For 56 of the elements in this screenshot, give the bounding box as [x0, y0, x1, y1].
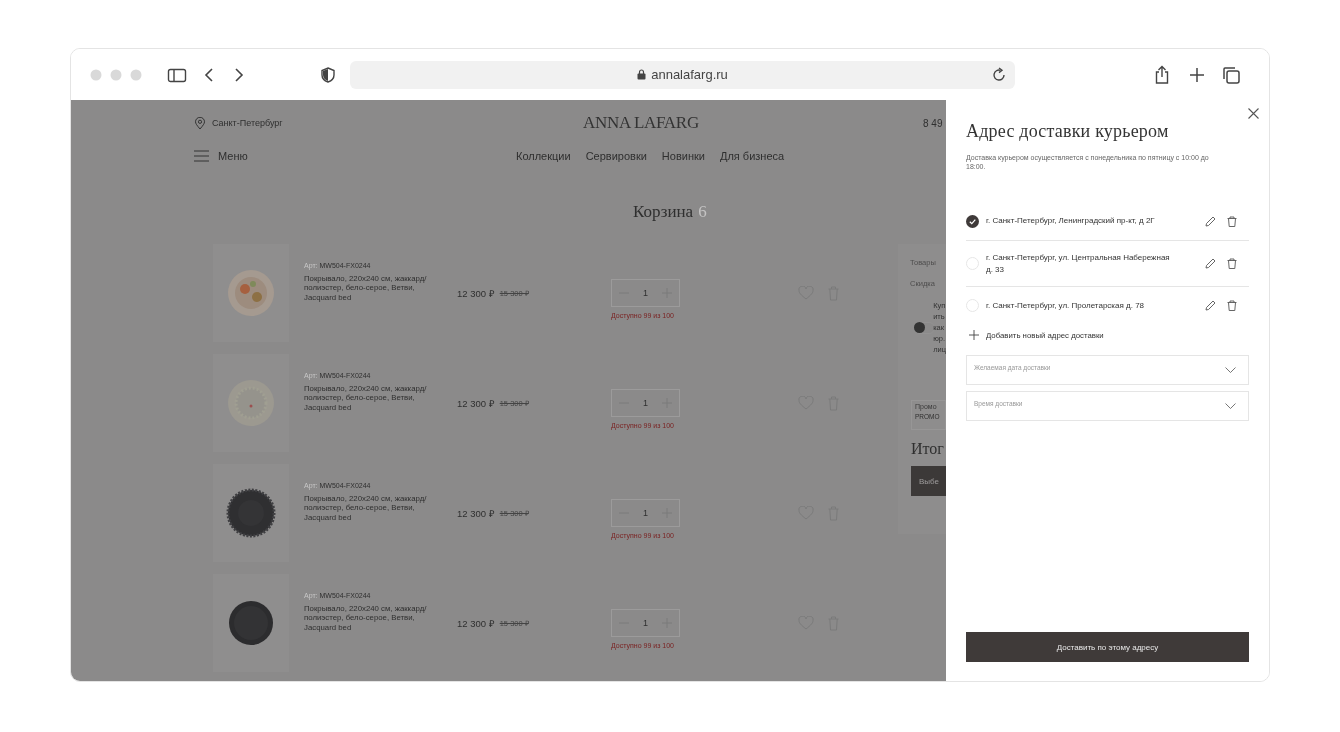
nav-link[interactable]: Для бизнеса — [719, 150, 785, 162]
menu-button[interactable]: Меню — [194, 150, 516, 162]
quantity-value: 1 — [643, 288, 648, 298]
plus-icon — [969, 330, 979, 340]
chevron-down-icon — [1225, 402, 1236, 410]
cart-title: Корзина — [633, 202, 694, 222]
menu-icon — [194, 150, 209, 162]
radio-button[interactable] — [966, 299, 979, 312]
address-bar[interactable]: annalafarg.ru — [350, 60, 1015, 89]
lock-icon — [637, 69, 647, 80]
share-icon[interactable] — [1154, 64, 1170, 85]
forward-icon[interactable] — [233, 66, 245, 83]
nav-link[interactable]: Новинки — [661, 150, 705, 162]
window-controls-icon[interactable] — [90, 68, 142, 81]
nav-link[interactable]: Коллекции — [516, 150, 571, 162]
sidebar-icon[interactable] — [167, 66, 187, 83]
quantity-stepper[interactable]: 1 — [611, 279, 680, 307]
total-label: Итог — [911, 440, 945, 458]
url-text: annalafarg.ru — [637, 67, 728, 82]
shield-icon[interactable] — [321, 66, 335, 83]
close-icon[interactable] — [1248, 108, 1259, 119]
quantity-stepper[interactable]: 1 — [611, 609, 680, 637]
quantity-value: 1 — [643, 508, 648, 518]
quantity-value: 1 — [643, 618, 648, 628]
pencil-icon[interactable] — [1205, 300, 1216, 311]
trash-icon[interactable] — [1227, 215, 1237, 227]
quantity-stepper[interactable]: 1 — [611, 499, 680, 527]
chevron-down-icon — [1225, 366, 1236, 374]
back-icon[interactable] — [203, 66, 215, 83]
checkout-button[interactable]: Выбе — [911, 466, 946, 496]
new-tab-icon[interactable] — [1189, 66, 1205, 83]
price: 12 300 ₽ — [457, 506, 495, 520]
quantity-stepper[interactable]: 1 — [611, 389, 680, 417]
address-text[interactable]: г. Санкт-Петербург, ул. Центральная Набережная д. 33 — [986, 251, 1174, 276]
cart-count: 6 — [698, 202, 707, 222]
tabs-icon[interactable] — [1222, 65, 1240, 84]
quantity-value: 1 — [643, 398, 648, 408]
location-pin-icon — [194, 116, 206, 130]
nav-link[interactable]: Сервировки — [585, 150, 647, 162]
price: 12 300 ₽ — [457, 396, 495, 410]
reload-icon[interactable] — [991, 66, 1007, 83]
drawer-title: Адрес доставки курьером — [966, 121, 1170, 142]
price: 12 300 ₽ — [457, 286, 495, 300]
deliver-button[interactable]: Доставить по этому адресу — [966, 632, 1249, 662]
trash-icon[interactable] — [1227, 300, 1237, 311]
address-text[interactable]: г. Санкт-Петербург, ул. Пролетарская д. 78 — [986, 299, 1174, 312]
trash-icon[interactable] — [1227, 258, 1237, 269]
pencil-icon[interactable] — [1205, 215, 1216, 227]
pencil-icon[interactable] — [1205, 258, 1216, 269]
radio-button[interactable] — [966, 214, 979, 228]
city-selector[interactable]: Санкт-Петербург — [194, 116, 583, 130]
radio-button[interactable] — [966, 257, 979, 270]
address-text[interactable]: г. Санкт-Петербург, Ленинградский пр-кт, д 2Г — [986, 215, 1174, 227]
site-logo[interactable]: ANNA LAFARG — [583, 113, 733, 133]
phone-number[interactable]: 8 49 — [923, 117, 946, 129]
price: 12 300 ₽ — [457, 616, 495, 630]
